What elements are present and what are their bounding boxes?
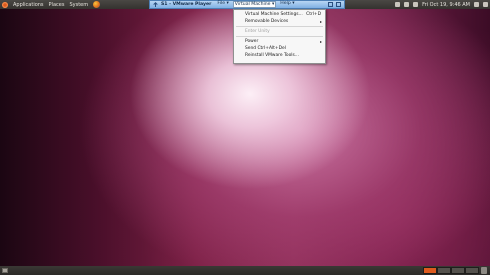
menu-item-label: Enter Unity [245, 29, 270, 34]
network-icon[interactable] [395, 2, 401, 7]
volume-icon[interactable] [404, 2, 410, 7]
submenu-arrow-icon: ▸ [319, 39, 322, 44]
workspace-1[interactable] [423, 267, 437, 274]
menu-item-label: Virtual Machine Settings... [245, 12, 303, 17]
menu-item-send-ctrl-alt-del[interactable]: Send Ctrl+Alt+Del [234, 45, 325, 52]
menu-item-reinstall-vmware-tools[interactable]: Reinstall VMware Tools... [234, 52, 325, 59]
menu-item-shortcut: Ctrl+D [306, 12, 321, 17]
workspace-4[interactable] [465, 267, 479, 274]
vm-menu-virtual-machine[interactable]: Virtual Machine ▾ [232, 1, 277, 8]
menu-item-vm-settings[interactable]: Virtual Machine Settings... Ctrl+D [234, 11, 325, 18]
vm-menubar: File ▾ Virtual Machine ▾ Help ▾ [217, 1, 295, 8]
virtual-machine-dropdown: Virtual Machine Settings... Ctrl+D Remov… [233, 9, 326, 64]
close-icon[interactable] [336, 2, 341, 7]
menu-item-label: Power [245, 39, 259, 44]
vm-title: S1 - VMware Player [161, 2, 212, 7]
power-icon[interactable] [483, 2, 488, 7]
system-tray: Fri Oct 19, 9:46 AM [395, 0, 488, 9]
menu-item-power[interactable]: Power ▸ [234, 38, 325, 45]
workspace-2[interactable] [437, 267, 451, 274]
user-icon[interactable] [474, 2, 479, 7]
clock[interactable]: Fri Oct 19, 9:46 AM [422, 2, 470, 8]
menu-item-label: Send Ctrl+Alt+Del [245, 46, 286, 51]
restore-icon[interactable] [328, 2, 333, 7]
menu-separator [236, 36, 323, 37]
menu-system[interactable]: System [69, 2, 88, 8]
vm-menu-help[interactable]: Help ▾ [280, 1, 294, 8]
workspace-3[interactable] [451, 267, 465, 274]
menu-item-label: Reinstall VMware Tools... [245, 53, 299, 58]
menu-item-enter-unity: Enter Unity [234, 28, 325, 35]
menu-item-label: Removable Devices [245, 19, 289, 24]
firefox-icon[interactable] [93, 1, 101, 8]
submenu-arrow-icon: ▸ [319, 19, 322, 24]
menu-separator [236, 26, 323, 27]
bottom-panel [0, 266, 490, 275]
vmware-toolbar: S1 - VMware Player File ▾ Virtual Machin… [149, 0, 345, 9]
main-menu: Applications Places System [0, 1, 101, 8]
menu-places[interactable]: Places [49, 2, 65, 8]
show-desktop-icon[interactable] [2, 268, 8, 273]
ubuntu-logo-icon[interactable] [2, 1, 8, 8]
menu-applications[interactable]: Applications [13, 2, 44, 8]
vm-menu-file[interactable]: File ▾ [217, 1, 228, 8]
menu-item-removable-devices[interactable]: Removable Devices ▸ [234, 18, 325, 25]
trash-icon[interactable] [481, 267, 487, 274]
mail-icon[interactable] [413, 2, 419, 7]
vm-window-controls [328, 2, 341, 7]
pin-icon[interactable] [153, 2, 158, 7]
